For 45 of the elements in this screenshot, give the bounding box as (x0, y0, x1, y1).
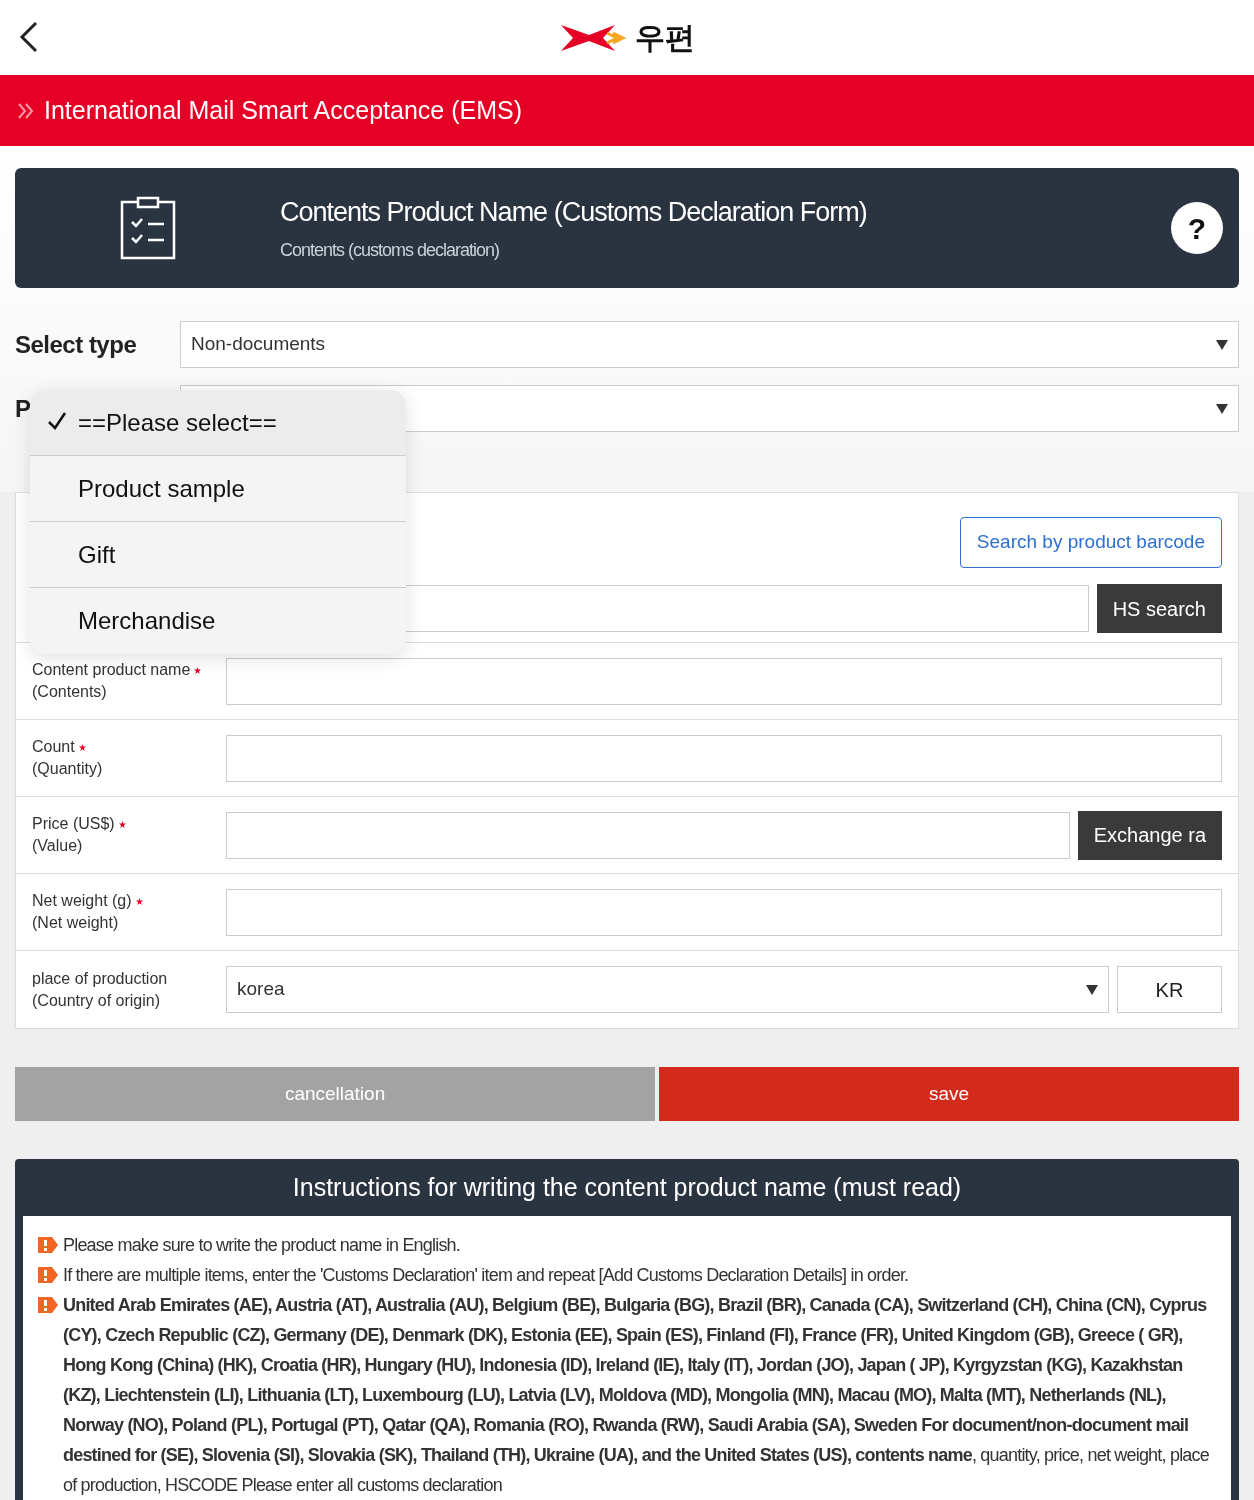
input-field[interactable] (226, 811, 1070, 859)
field-label: Count (32, 737, 75, 758)
field-label: Select type (15, 329, 137, 360)
field-sublabel: (Net weight) (32, 913, 120, 933)
checkmark-icon (47, 411, 67, 431)
input-field[interactable] (226, 888, 1222, 936)
menu-option[interactable]: Product sample (30, 456, 406, 522)
warning-icon (37, 1236, 59, 1254)
hs-search-button[interactable]: HS search (1096, 584, 1222, 633)
instruction-text: United Arab Emirates (AE), Austria (AT), Australia (AU), Belgium (BE), Bulgaria (BG), Brazil (BR), Canada (CA), Switzerland (CH), China (CN), Cyprus (CY), Czech Republic (CZ), Germany (DE), Denmark (DK), Estonia (EE), Spain (ES), Finland (FI), France (FR), United Kingdom (GB), Greece ( GR), Hong Kong (China) (HK), Croatia (HR), Hungary (HU), Indonesia (ID), Ireland (IE), Italy (IT), Jordan (JO), Japan ( JP), Kyrgyzstan (KG), Kazakhstan (KZ), Liechtenstein (LI), Lithuania (LT), Luxembourg (LU), Latvia (LV), Moldova (MD), Mongolia (MN), Macau (MO), Malta (MT), Netherlands (NL), Norway (NO), Poland (PL), Portugal (PT), Qatar (QA), Romania (RO), Rwanda (RW), Saudi Arabia (SA), Sweden For document/non-document mail destined for (SE), Slovenia (SI), Slovakia (SK), Thailand (TH), Ukraine (UA), and the United States (US), contents name, quantity, price, net weight, place of production, HSCODE Please enter all customs declaration (63, 1294, 1210, 1497)
field-sublabel: (Contents) (32, 682, 108, 702)
card-subtitle: Contents (customs declaration) (280, 238, 501, 262)
instruction-text: If there are multiple items, enter the 'Customs Declaration' item and repeat [Add Customs Declaration Details] in order. (63, 1264, 909, 1287)
caret-icon (1086, 984, 1098, 995)
menu-option[interactable]: Merchandise (30, 588, 406, 654)
back-icon[interactable] (18, 20, 40, 54)
field-sublabel: (Value) (32, 836, 84, 856)
warning-icon (37, 1266, 59, 1284)
input-field[interactable] (226, 657, 1222, 705)
field-label: place of production (32, 968, 168, 989)
logo-text: 우편 (635, 20, 695, 56)
help-button[interactable]: ? (1171, 202, 1223, 254)
instructions-title: Instructions for writing the content product name (must read) (291, 1171, 963, 1203)
exchange-rate-button[interactable]: Exchange ra (1077, 810, 1222, 860)
country-code-field: KR (1117, 966, 1222, 1013)
field-sublabel: (Country of origin) (32, 990, 162, 1011)
caret-icon (1216, 339, 1228, 350)
field-label: Net weight (g) (32, 891, 132, 912)
instruction-text: Please make sure to write the product name in English. (63, 1234, 461, 1257)
country-select[interactable]: korea (226, 966, 1109, 1013)
field-label: P (15, 393, 31, 424)
barcode-search-button[interactable]: Search by product barcode (959, 517, 1222, 568)
card-title: Contents Product Name (Customs Declaration Form) (280, 196, 868, 230)
menu-option[interactable]: Gift (30, 522, 406, 588)
input-field[interactable] (226, 734, 1222, 782)
field-label: Content product name (32, 660, 191, 681)
field-sublabel: (Quantity) (32, 759, 104, 779)
caret-icon (1216, 403, 1228, 414)
menu-option[interactable]: ==Please select== (30, 390, 406, 456)
save-button[interactable]: save (659, 1067, 1239, 1121)
type-select[interactable]: Non-documents (180, 321, 1239, 368)
clipboard-checklist-icon (119, 196, 176, 260)
banner-title: International Mail Smart Acceptance (EMS) (44, 94, 522, 126)
field-label: Price (US$) (32, 814, 115, 835)
warning-icon (37, 1296, 59, 1314)
